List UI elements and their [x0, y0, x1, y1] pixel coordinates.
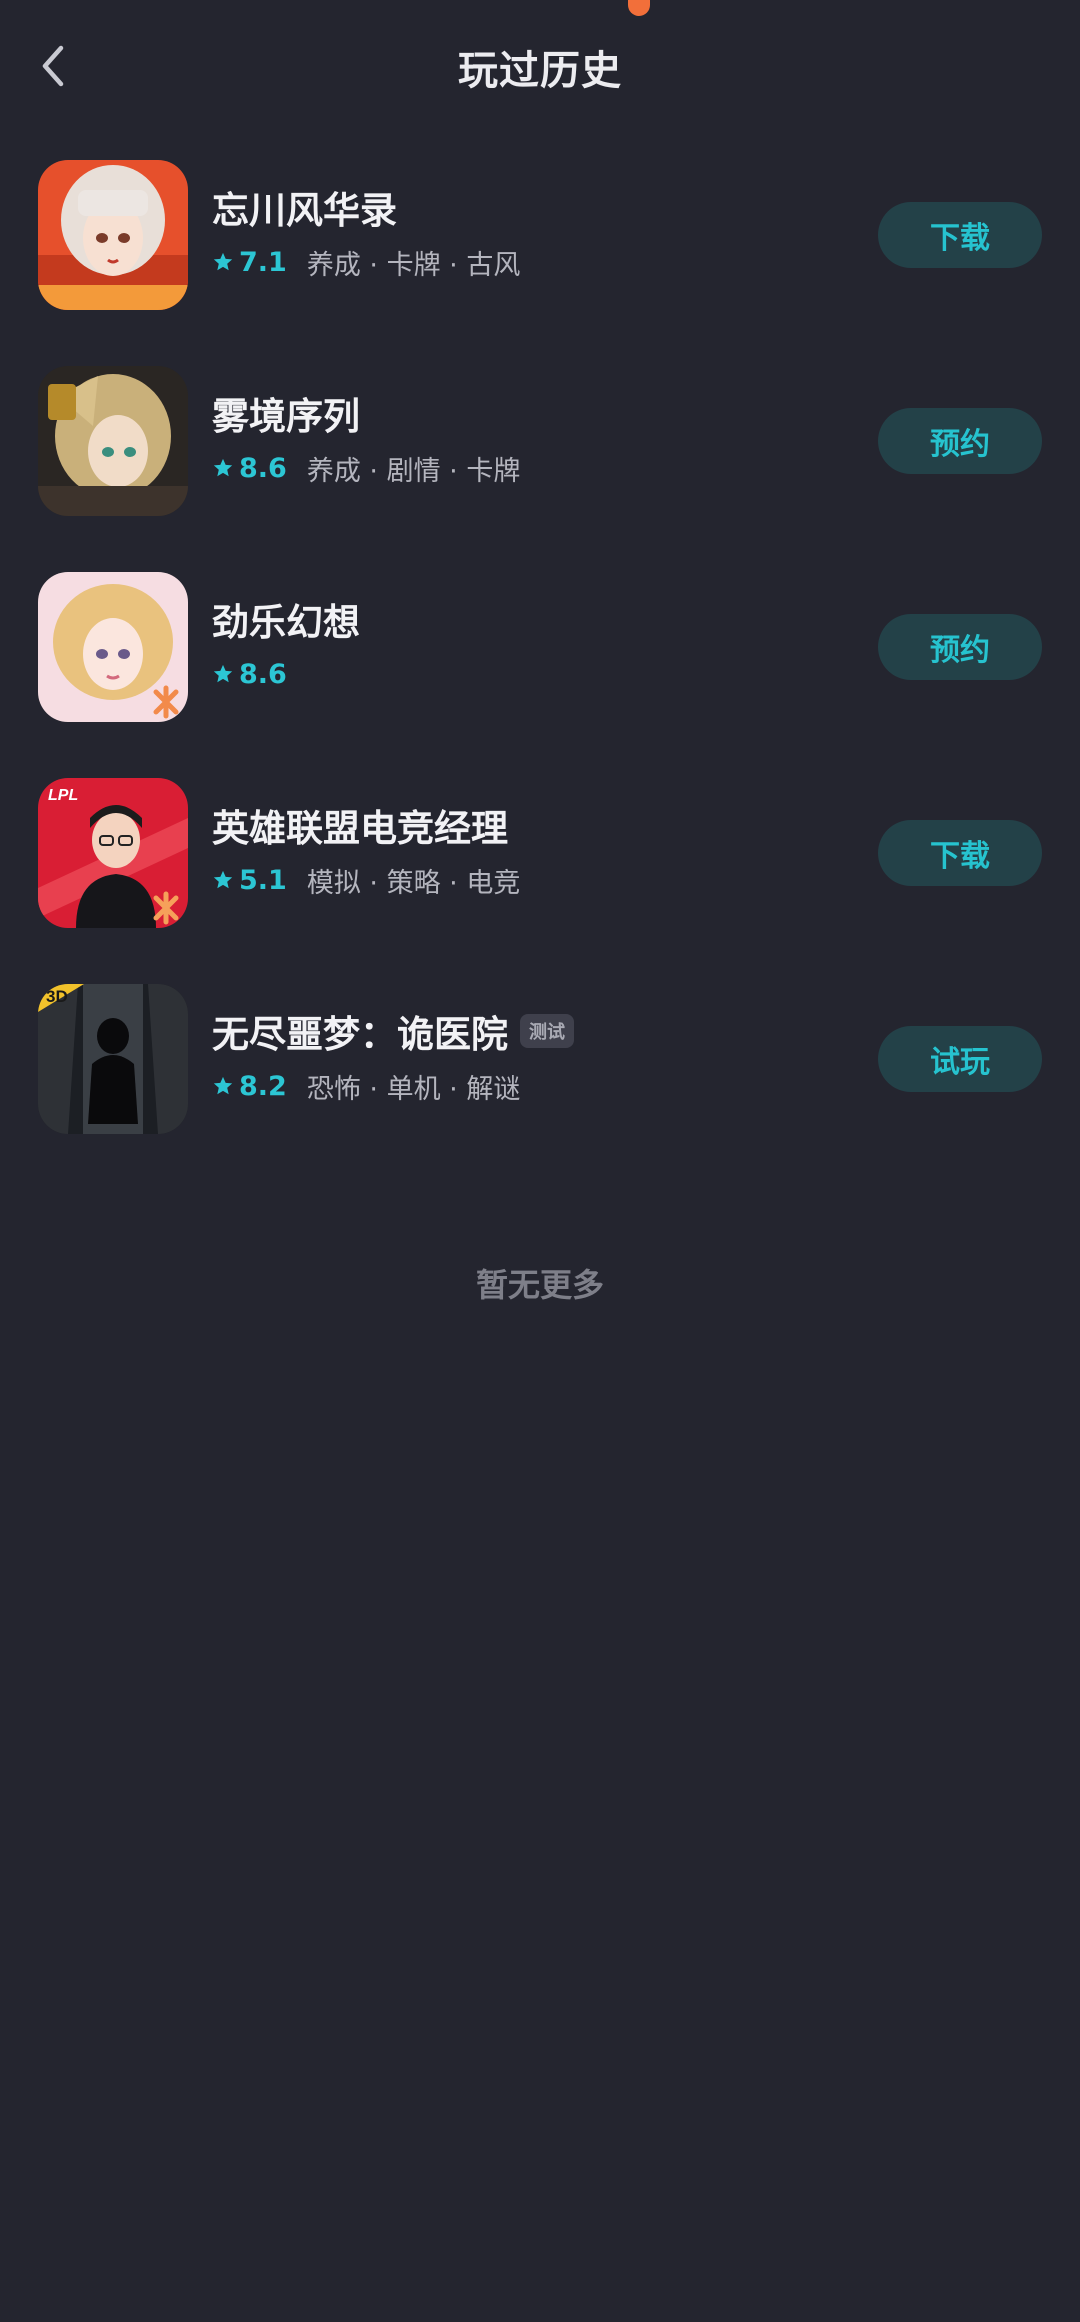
lpl-logo: LPL [48, 787, 78, 804]
star-icon [213, 1076, 233, 1095]
game-name: 忘川风华录 [212, 189, 397, 232]
reserve-button[interactable]: 预约 [878, 408, 1042, 474]
game-list: 忘川风华录 7.1 养成 · 卡牌 · 古风 下载 雾境序列 8.6 养成 · … [0, 160, 1080, 1190]
page-title: 玩过历史 [458, 48, 622, 94]
game-icon[interactable]: 3D [38, 984, 188, 1134]
game-info: 英雄联盟电竞经理 5.1 模拟 · 策略 · 电竞 [212, 800, 852, 900]
game-name: 劲乐幻想 [212, 601, 360, 644]
game-name: 英雄联盟电竞经理 [212, 807, 508, 850]
game-name: 雾境序列 [212, 395, 360, 438]
star-icon [213, 870, 233, 889]
game-info: 无尽噩梦：诡医院 测试 8.2 恐怖 · 单机 · 解谜 [212, 1006, 852, 1106]
game-rating: 8.2 [239, 1070, 287, 1102]
game-rating: 8.6 [239, 658, 287, 690]
list-item[interactable]: 劲乐幻想 8.6 预约 [0, 572, 1080, 778]
star-icon [213, 664, 233, 683]
game-tags: 恐怖 · 单机 · 解谜 [306, 1073, 521, 1105]
game-info: 忘川风华录 7.1 养成 · 卡牌 · 古风 [212, 182, 852, 282]
play-history-screen: 玩过历史 忘川风华录 7.1 养成 · 卡牌 · 古风 下载 雾境序列 8.6 … [0, 0, 1080, 2322]
list-item[interactable]: LPL 英雄联盟电竞经理 5.1 模拟 · 策略 · 电竞 下载 [0, 778, 1080, 984]
star-icon [213, 458, 233, 477]
no-more-label: 暂无更多 [475, 1266, 604, 1304]
game-rating: 8.6 [239, 452, 287, 484]
3d-label: 3D [46, 987, 68, 1006]
game-icon[interactable]: LPL [38, 778, 188, 928]
test-badge: 测试 [520, 1014, 574, 1048]
game-tags: 养成 · 卡牌 · 古风 [306, 249, 521, 281]
game-icon[interactable] [38, 160, 188, 310]
game-tags: 模拟 · 策略 · 电竞 [306, 867, 521, 899]
list-item[interactable]: 忘川风华录 7.1 养成 · 卡牌 · 古风 下载 [0, 160, 1080, 366]
game-name: 无尽噩梦：诡医院 [212, 1013, 508, 1056]
download-button[interactable]: 下载 [878, 202, 1042, 268]
reserve-button[interactable]: 预约 [878, 614, 1042, 680]
try-play-button[interactable]: 试玩 [878, 1026, 1042, 1092]
game-info: 雾境序列 8.6 养成 · 剧情 · 卡牌 [212, 388, 852, 488]
game-icon[interactable] [38, 366, 188, 516]
game-icon[interactable] [38, 572, 188, 722]
game-rating: 5.1 [239, 864, 287, 896]
game-info: 劲乐幻想 8.6 [212, 594, 852, 694]
download-button[interactable]: 下载 [878, 820, 1042, 886]
list-item[interactable]: 3D 无尽噩梦：诡医院 测试 8.2 恐怖 · 单机 · 解谜 试玩 [0, 984, 1080, 1190]
game-tags: 养成 · 剧情 · 卡牌 [306, 455, 521, 487]
game-rating: 7.1 [239, 246, 287, 278]
header: 玩过历史 [0, 0, 1080, 135]
star-icon [213, 252, 233, 271]
list-item[interactable]: 雾境序列 8.6 养成 · 剧情 · 卡牌 预约 [0, 366, 1080, 572]
